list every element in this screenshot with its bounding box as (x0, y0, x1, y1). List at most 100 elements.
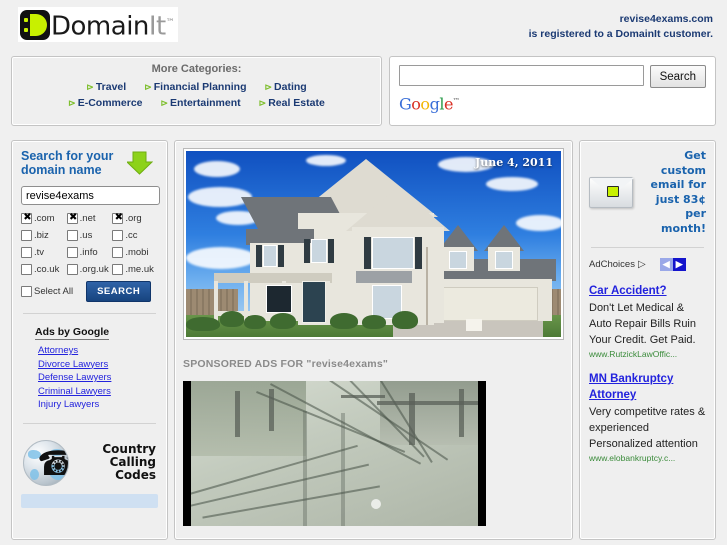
domainit-logo-text: DomainIt™ (51, 8, 175, 42)
tld-checkbox-co-uk[interactable]: .co.uk (21, 264, 67, 275)
more-categories-panel: More Categories: ⊳ Travel ⊳ Financial Plan… (11, 56, 382, 126)
category-bullet-icon: ⊳ (258, 98, 267, 108)
ads-by-google-heading: Ads by Google (35, 326, 110, 340)
tld-label: .com (34, 213, 55, 224)
ad-link-injury-lawyers[interactable]: Injury Lawyers (38, 398, 158, 412)
ad-link-criminal-lawyers[interactable]: Criminal Lawyers (38, 385, 158, 399)
categories-row-2: ⊳ E-Commerce ⊳ Entertainment ⊳ Real Estate (12, 97, 381, 109)
custom-email-ad[interactable]: Get custom email for just 83¢ per month! (589, 149, 706, 236)
tld-checkbox-biz[interactable]: .biz (21, 230, 67, 241)
photo-date-stamp: June 4, 2011 (475, 156, 553, 169)
tld-checkbox-mobi[interactable]: .mobi (112, 247, 158, 258)
google-logo-g1: G (399, 94, 412, 114)
divider (23, 422, 156, 424)
select-all-checkbox[interactable]: Select All (21, 286, 73, 297)
right-ad-mn-bankruptcy[interactable]: MN Bankruptcy Attorney Very competitve r… (589, 371, 706, 463)
google-search-input[interactable] (399, 65, 644, 86)
country-calling-codes-ad[interactable]: ☎ Country Calling Codes (21, 434, 158, 490)
checkbox-icon[interactable] (21, 286, 32, 297)
tld-label: .biz (34, 230, 49, 241)
domainit-logo-mark-icon (20, 9, 50, 40)
suburban-house-photo: June 4, 2011 (186, 151, 561, 337)
divider (591, 247, 704, 248)
category-link-e-commerce[interactable]: ⊳ E-Commerce (68, 97, 142, 109)
tld-label: .mobi (125, 247, 149, 258)
tld-checkbox-org-uk[interactable]: .org.uk (66, 264, 113, 275)
tld-label: .info (79, 247, 98, 258)
categories-row-1: ⊳ Travel ⊳ Financial Planning ⊳ Dating (12, 81, 381, 93)
down-arrow-icon (127, 151, 153, 175)
logo-word-domain: Domain (51, 11, 149, 42)
category-link-financial-planning[interactable]: ⊳ Financial Planning (144, 81, 246, 93)
tld-label: .net (79, 213, 96, 224)
category-bullet-icon: ⊳ (86, 82, 94, 92)
left-sidebar: Search for your domain name .com .net .o… (11, 140, 168, 540)
tld-checkbox-cc[interactable]: .cc (112, 230, 158, 241)
tld-checkbox-us[interactable]: .us (66, 230, 113, 241)
ad-link-attorneys[interactable]: Attorneys (38, 344, 158, 358)
checkbox-icon[interactable] (66, 264, 78, 275)
category-link-travel[interactable]: ⊳ Travel (86, 81, 126, 93)
google-search-row: Search (399, 65, 706, 88)
google-logo-trademark: ™ (452, 97, 460, 105)
right-ad-url: www.RutzickLawOffic... (589, 349, 678, 359)
right-ad-car-accident[interactable]: Car Accident? Don't Let Medical & Auto R… (589, 283, 706, 359)
registered-domain-name: revise4exams.com (619, 13, 713, 25)
checkbox-icon[interactable] (112, 247, 124, 258)
adchoices-row: AdChoices ▷ ◀ ▶ (589, 258, 706, 271)
ad-link-divorce-lawyers[interactable]: Divorce Lawyers (38, 358, 158, 372)
checkbox-icon[interactable] (21, 230, 32, 241)
category-label: Dating (274, 81, 307, 93)
right-ad-title[interactable]: Car Accident? (589, 283, 706, 299)
tld-checkbox-com[interactable]: .com (21, 212, 67, 224)
phone-handset-glyph: ☎ (37, 446, 68, 482)
checkbox-icon[interactable] (66, 230, 78, 241)
ccc-line-1: Country (102, 442, 156, 456)
tld-label: .me.uk (125, 264, 154, 275)
domain-name-input[interactable] (21, 186, 160, 205)
sponsored-ads-heading: SPONSORED ADS FOR "revise4exams" (183, 358, 389, 370)
category-label: Travel (95, 81, 127, 93)
category-link-real-estate[interactable]: ⊳ Real Estate (259, 97, 325, 109)
ccc-line-3: Codes (115, 468, 156, 482)
tld-checkbox-org[interactable]: .org (112, 212, 158, 224)
ads-by-google-links: Attorneys Divorce Lawyers Defense Lawyer… (38, 344, 158, 412)
tld-checkbox-net[interactable]: .net (66, 212, 113, 224)
checkbox-icon[interactable] (112, 264, 124, 275)
category-link-dating[interactable]: ⊳ Dating (265, 81, 307, 93)
checkbox-icon[interactable] (112, 212, 124, 224)
checkbox-icon[interactable] (66, 247, 78, 258)
registered-customer-line: is registered to a DomainIt customer. (528, 28, 713, 40)
checkbox-icon[interactable] (112, 230, 124, 241)
ad-next-arrow-icon[interactable]: ▶ (672, 258, 686, 271)
right-ad-url: www.elobankruptcy.c... (589, 453, 676, 463)
tld-checkbox-tv[interactable]: .tv (21, 247, 67, 258)
right-ad-title[interactable]: MN Bankruptcy Attorney (589, 371, 706, 403)
checkbox-icon[interactable] (21, 264, 32, 275)
more-categories-title: More Categories: (151, 63, 242, 75)
domain-search-button[interactable]: SEARCH (86, 281, 152, 302)
tld-checkbox-info[interactable]: .info (66, 247, 113, 258)
select-all-label: Select All (34, 286, 74, 297)
logo-trademark: ™ (165, 17, 175, 28)
checkbox-icon[interactable] (21, 212, 33, 224)
adchoices-triangle-icon[interactable]: ▷ (638, 259, 646, 270)
category-link-entertainment[interactable]: ⊳ Entertainment (161, 97, 241, 109)
ad-prev-arrow-icon[interactable]: ◀ (659, 258, 673, 271)
sponsored-video-frame[interactable] (183, 381, 486, 526)
category-label: E-Commerce (77, 97, 143, 109)
google-search-button[interactable]: Search (649, 65, 706, 88)
right-ad-body: Don't Let Medical & Auto Repair Bills Ru… (589, 302, 696, 346)
tld-label: .tv (34, 247, 45, 258)
ad-carousel-controls: ◀ ▶ (659, 258, 686, 271)
category-label: Real Estate (268, 97, 325, 109)
adchoices-label[interactable]: AdChoices (589, 259, 635, 270)
checkbox-icon[interactable] (21, 247, 32, 258)
checkbox-icon[interactable] (66, 212, 79, 224)
registration-notice: revise4exams.com is registered to a Doma… (529, 12, 713, 42)
ad-link-defense-lawyers[interactable]: Defense Lawyers (38, 371, 158, 385)
domainit-logo[interactable]: DomainIt™ (18, 7, 179, 42)
tld-checkbox-me-uk[interactable]: .me.uk (112, 264, 158, 275)
house-photo-frame: June 4, 2011 (183, 148, 564, 340)
tld-row: .tv .info .mobi (21, 247, 158, 258)
